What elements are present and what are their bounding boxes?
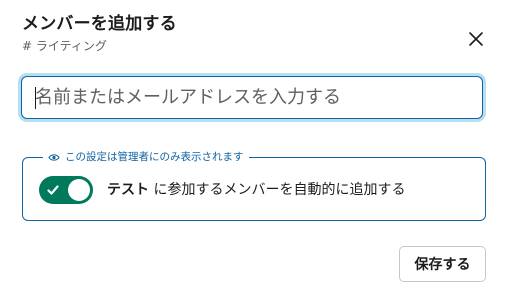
channel-name-bold: テスト <box>107 182 149 198</box>
channel-name: # ライティング <box>22 39 107 53</box>
admin-only-section: この設定は管理者にのみ表示されます テスト に参加するメンバーを自動的に追加する <box>22 149 486 221</box>
checkmark-icon <box>47 185 59 195</box>
member-search-box[interactable] <box>21 76 483 119</box>
member-search-input[interactable] <box>35 77 465 118</box>
admin-notice: この設定は管理者にのみ表示されます <box>43 149 249 165</box>
toggle-knob <box>68 179 90 201</box>
save-button[interactable]: 保存する <box>399 246 486 282</box>
eye-icon <box>48 153 60 161</box>
auto-add-label: テスト に参加するメンバーを自動的に追加する <box>107 180 405 200</box>
admin-notice-text: この設定は管理者にのみ表示されます <box>65 151 244 163</box>
auto-add-toggle[interactable] <box>39 176 93 204</box>
close-button[interactable] <box>461 24 491 54</box>
close-icon <box>469 32 483 46</box>
auto-add-label-rest: に参加するメンバーを自動的に追加する <box>149 182 406 198</box>
dialog-title: メンバーを追加する <box>22 14 177 34</box>
